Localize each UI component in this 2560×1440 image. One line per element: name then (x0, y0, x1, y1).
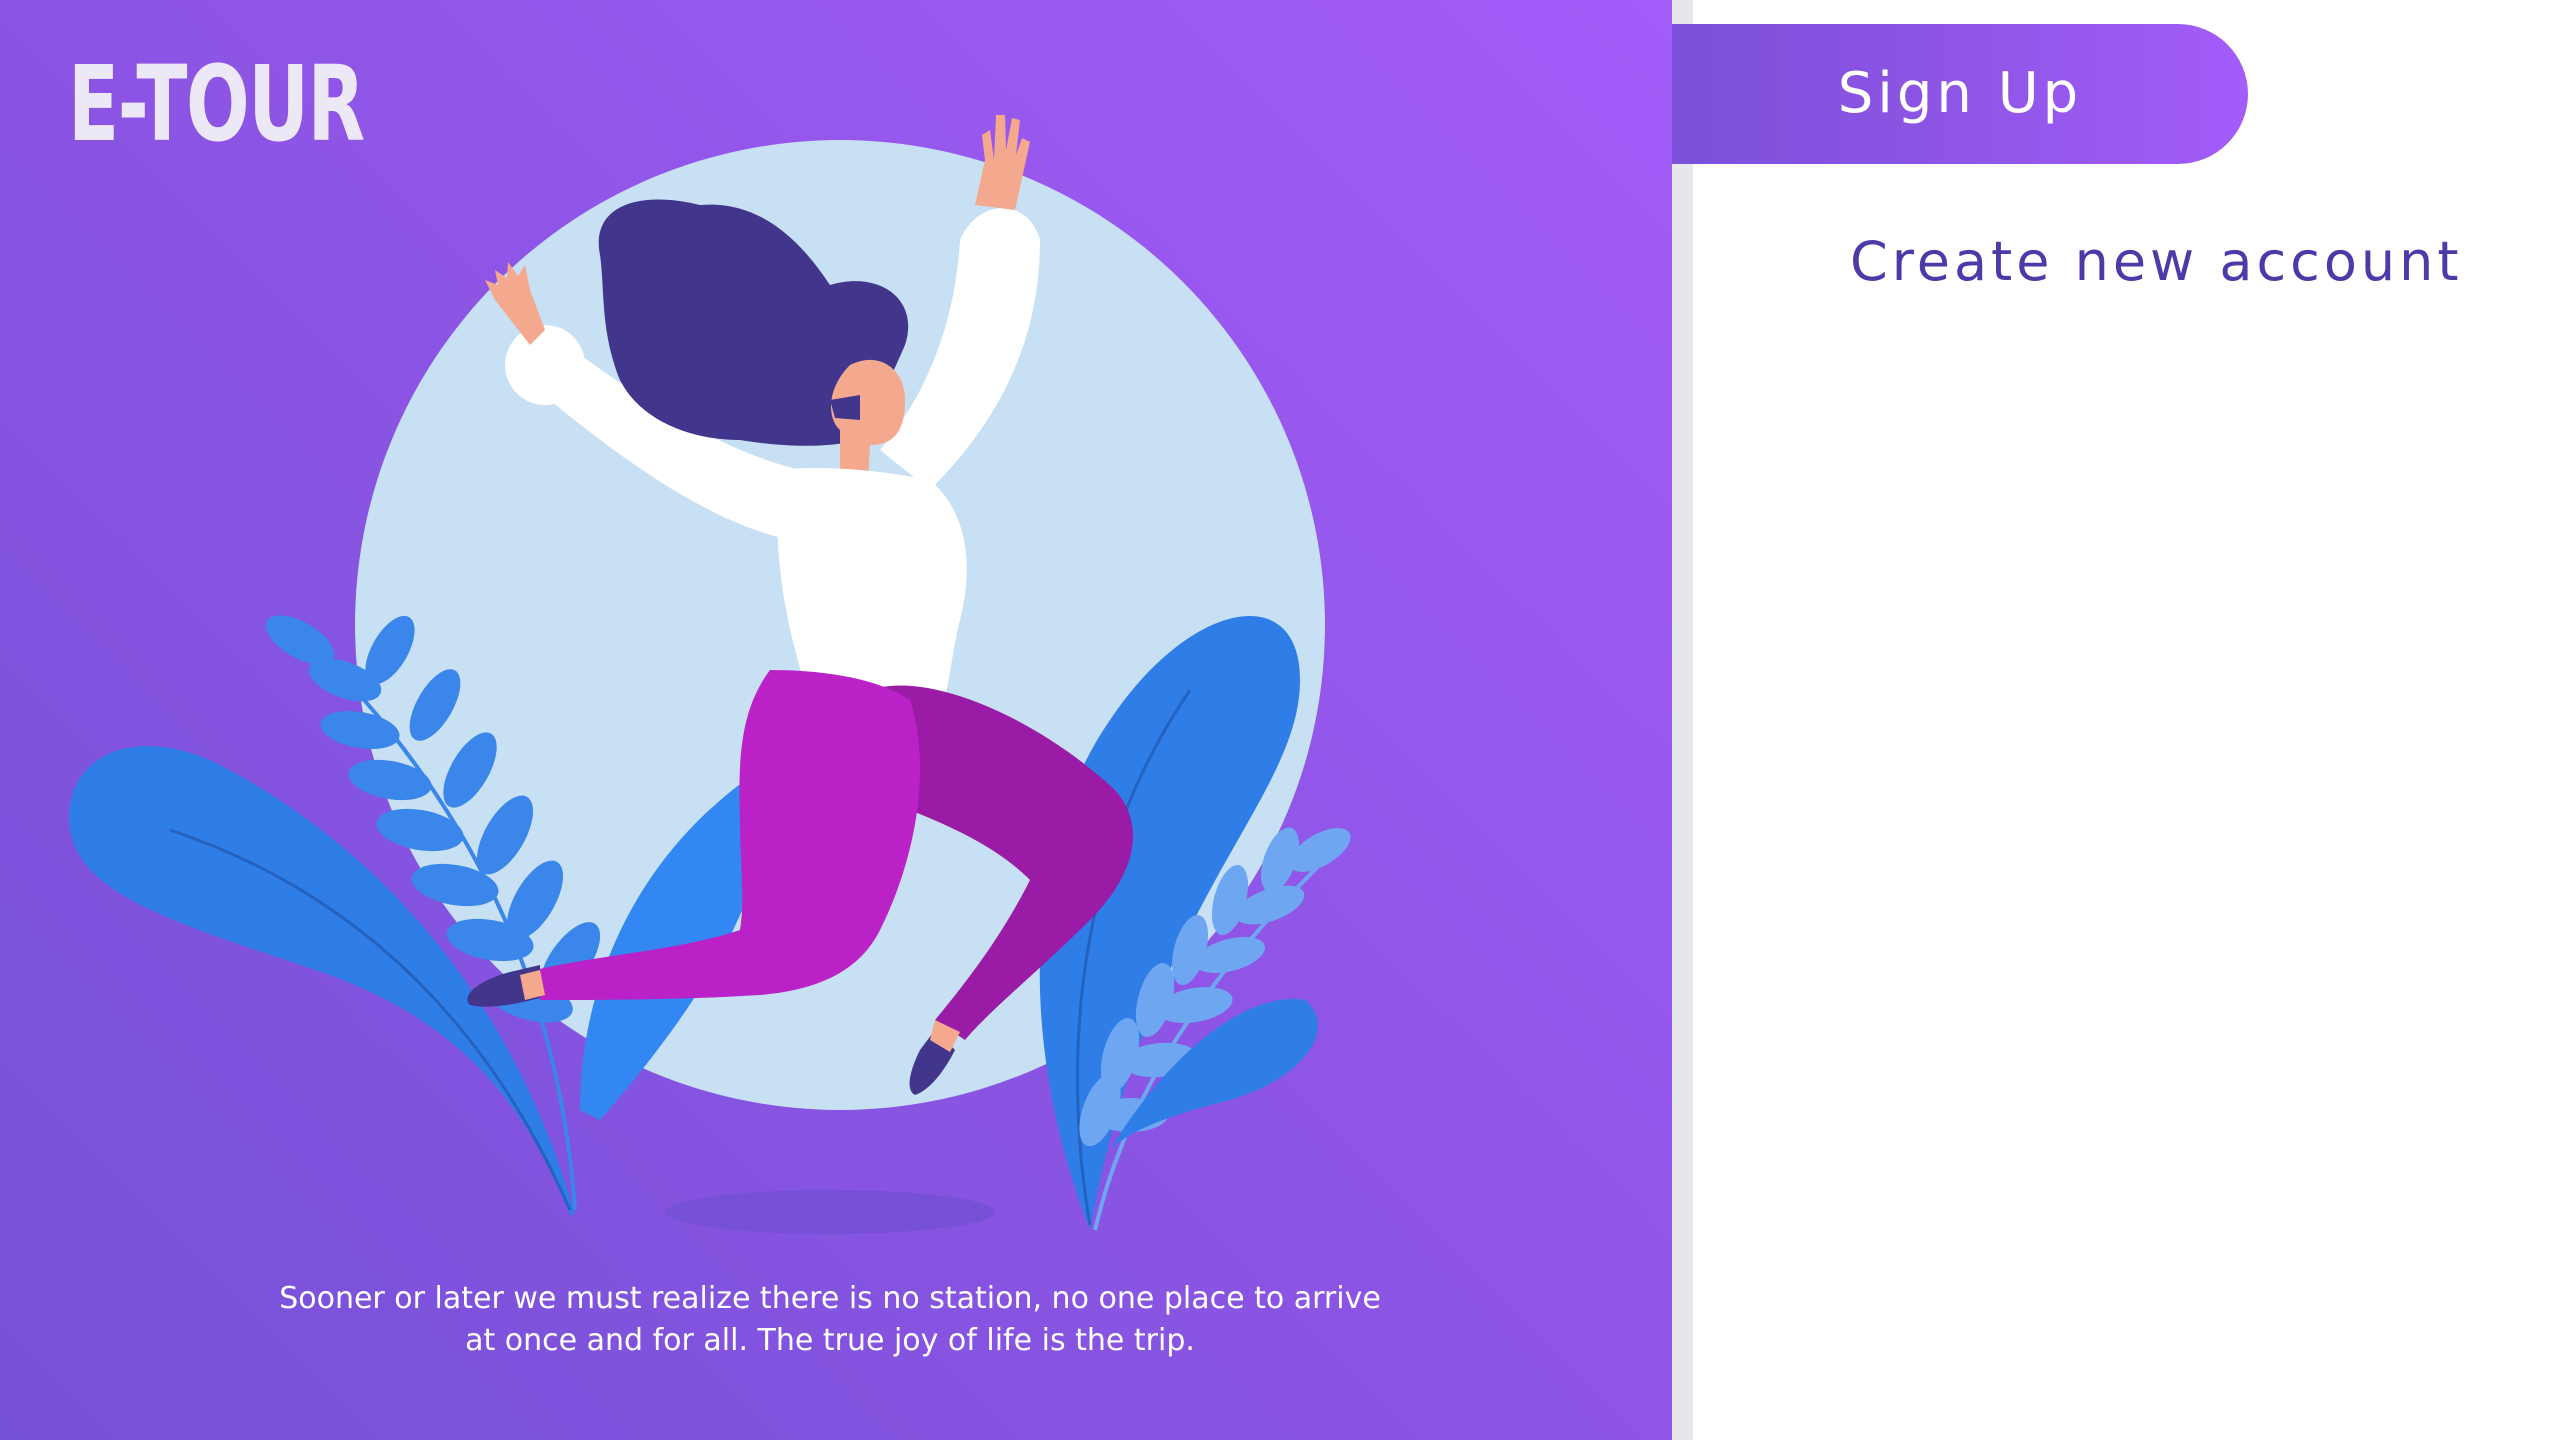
sign-up-tab-label: Sign Up (1837, 61, 2083, 126)
hero-quote-line-1: Sooner or later we must realize there is… (279, 1281, 1381, 1316)
ground-shadow (665, 1190, 995, 1234)
woman-jumping-illustration (69, 115, 1351, 1234)
sign-up-tab[interactable]: Sign Up (1672, 24, 2248, 164)
auth-panel (1693, 0, 2560, 1440)
hero-quote-line-2: at once and for all. The true joy of lif… (465, 1323, 1195, 1358)
hero-quote: Sooner or later we must realize there is… (180, 1278, 1480, 1362)
create-account-heading: Create new account (1850, 230, 2463, 293)
signup-page: E-TOUR Sooner or later we must realize t… (0, 0, 2560, 1440)
hero-panel: E-TOUR Sooner or later we must realize t… (0, 0, 1672, 1440)
panel-divider (1672, 0, 1693, 1440)
